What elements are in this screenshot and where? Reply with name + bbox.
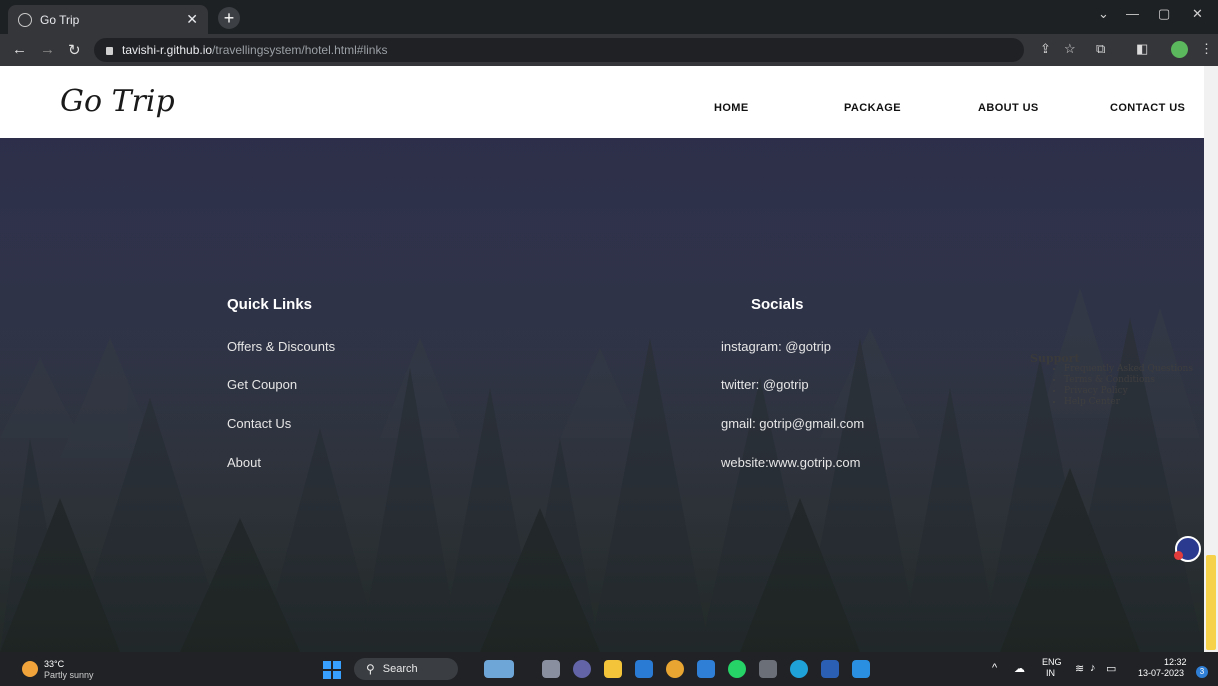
- nav-package[interactable]: PACKAGE: [844, 102, 901, 114]
- whatsapp-icon[interactable]: [728, 660, 746, 678]
- support-list: Frequently Asked Questions Terms & Condi…: [1064, 364, 1193, 408]
- search-label: Search: [382, 663, 418, 675]
- weather-icon[interactable]: [22, 661, 38, 677]
- nav-home[interactable]: HOME: [714, 102, 749, 114]
- taskbar-search[interactable]: ⚲ Search: [354, 658, 458, 680]
- onedrive-icon[interactable]: ☁: [1014, 662, 1025, 675]
- vscode-icon[interactable]: [852, 660, 870, 678]
- forward-icon[interactable]: →: [40, 41, 55, 58]
- browser-tab-bar: Go Trip ✕ + ⌄ — ▢ ✕: [0, 0, 1218, 34]
- battery-icon[interactable]: ▭: [1106, 662, 1116, 675]
- support-item[interactable]: Frequently Asked Questions: [1064, 364, 1193, 375]
- forest-background-image: [0, 138, 1204, 652]
- lock-icon: [106, 47, 113, 55]
- weather-description[interactable]: Partly sunny: [44, 670, 94, 680]
- windows-taskbar: 33°C Partly sunny ⚲ Search ^ ☁ ENG IN ≋ …: [0, 652, 1218, 686]
- globe-icon: [18, 12, 32, 27]
- volume-icon[interactable]: ♪: [1090, 662, 1096, 674]
- nav-about-us[interactable]: ABOUT US: [978, 102, 1039, 114]
- support-item[interactable]: Privacy Policy: [1064, 386, 1193, 397]
- wifi-icon[interactable]: ≋: [1075, 662, 1084, 675]
- site-header: Go Trip HOME PACKAGE ABOUT US CONTACT US: [0, 66, 1204, 138]
- widgets-icon[interactable]: [484, 660, 514, 678]
- quick-links-title: Quick Links: [227, 296, 313, 313]
- show-hidden-icons-icon[interactable]: ^: [992, 662, 997, 674]
- url-path: /travellingsystem/hotel.html#links: [212, 43, 388, 57]
- new-tab-button[interactable]: +: [218, 7, 240, 29]
- link-website[interactable]: website:www.gotrip.com: [721, 455, 860, 470]
- mail-icon[interactable]: [635, 660, 653, 678]
- side-panel-icon[interactable]: ◧: [1136, 41, 1148, 57]
- scrollbar-thumb[interactable]: [1206, 555, 1216, 650]
- reload-icon[interactable]: ↻: [68, 41, 81, 59]
- nav-contact-us[interactable]: CONTACT US: [1110, 102, 1185, 114]
- clock-date[interactable]: 13-07-2023: [1138, 668, 1184, 678]
- weather-temperature[interactable]: 33°C: [44, 659, 64, 669]
- bookmark-star-icon[interactable]: ☆: [1064, 41, 1076, 57]
- virtualbox-icon[interactable]: [759, 660, 777, 678]
- minimize-icon[interactable]: —: [1126, 6, 1139, 21]
- tab-go-trip[interactable]: Go Trip ✕: [8, 5, 208, 34]
- socials-title: Socials: [751, 296, 804, 313]
- link-instagram[interactable]: instagram: @gotrip: [721, 339, 831, 354]
- chat-notification-badge: [1174, 551, 1183, 560]
- site-logo[interactable]: Go Trip: [60, 84, 175, 119]
- search-icon: ⚲: [366, 662, 375, 676]
- clock-time[interactable]: 12:32: [1164, 657, 1187, 667]
- tab-search-icon[interactable]: ⌄: [1098, 6, 1109, 22]
- extensions-icon[interactable]: ⧉: [1096, 41, 1105, 57]
- back-icon[interactable]: ←: [12, 41, 27, 58]
- close-tab-icon[interactable]: ✕: [186, 11, 198, 28]
- close-window-icon[interactable]: ✕: [1192, 6, 1203, 22]
- link-offers-discounts[interactable]: Offers & Discounts: [227, 339, 335, 354]
- file-explorer-icon[interactable]: [604, 660, 622, 678]
- windows-start-icon[interactable]: [323, 661, 341, 679]
- notification-badge[interactable]: 3: [1196, 666, 1208, 678]
- maximize-icon[interactable]: ▢: [1158, 6, 1170, 22]
- teams-chat-icon[interactable]: [573, 660, 591, 678]
- chrome-icon[interactable]: [666, 660, 684, 678]
- link-get-coupon[interactable]: Get Coupon: [227, 377, 297, 392]
- region-indicator[interactable]: IN: [1046, 668, 1055, 678]
- url-field[interactable]: tavishi-r.github.io /travellingsystem/ho…: [94, 38, 1024, 62]
- link-about[interactable]: About: [227, 455, 261, 470]
- menu-icon[interactable]: ⋮: [1200, 41, 1213, 57]
- word-icon[interactable]: [821, 660, 839, 678]
- support-item[interactable]: Help Center: [1064, 397, 1193, 408]
- url-host: tavishi-r.github.io: [122, 43, 213, 57]
- link-twitter[interactable]: twitter: @gotrip: [721, 377, 809, 392]
- profile-avatar[interactable]: [1171, 41, 1188, 58]
- link-gmail[interactable]: gmail: gotrip@gmail.com: [721, 416, 864, 431]
- language-indicator[interactable]: ENG: [1042, 657, 1062, 667]
- address-bar: ← → ↻ tavishi-r.github.io /travellingsys…: [0, 34, 1218, 66]
- outlook-icon[interactable]: [697, 660, 715, 678]
- share-icon[interactable]: ⇪: [1040, 41, 1051, 57]
- task-view-icon[interactable]: [542, 660, 560, 678]
- footer-hero-background: Quick Links Offers & Discounts Get Coupo…: [0, 138, 1204, 652]
- edge-icon[interactable]: [790, 660, 808, 678]
- tab-title: Go Trip: [40, 12, 80, 27]
- support-item[interactable]: Terms & Conditions: [1064, 375, 1193, 386]
- link-contact-us[interactable]: Contact Us: [227, 416, 291, 431]
